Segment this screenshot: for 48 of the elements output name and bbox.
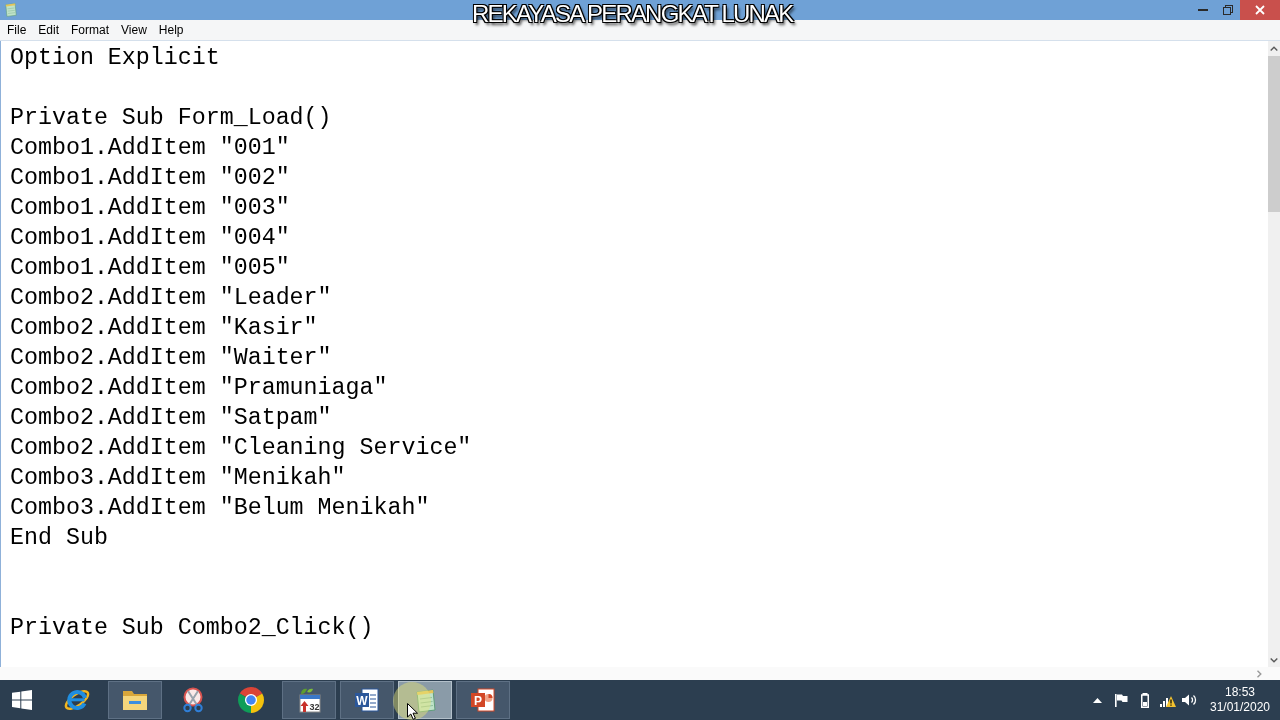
menu-item[interactable]: File [1, 20, 33, 40]
code-line: Private Sub Form_Load() [10, 104, 333, 133]
scrollbar-thumb[interactable] [1268, 56, 1280, 212]
restore-icon [1222, 5, 1233, 15]
code-line: Combo2.AddItem "Pramuniaga" [10, 374, 389, 403]
title-caption: REKAYASA PERANGKAT LUNAK [472, 2, 793, 26]
close-icon [1255, 5, 1265, 15]
taskbar-button[interactable]: W [340, 681, 394, 719]
code-line: Combo2.AddItem "Satpam" [10, 404, 333, 433]
chevron-down-icon [1270, 657, 1278, 663]
up-caret-icon[interactable] [1092, 697, 1102, 703]
menu-item[interactable]: Format [65, 20, 116, 40]
code-line: Combo3.AddItem "Menikah" [10, 464, 347, 493]
chevron-right-icon [1256, 669, 1262, 678]
code-line: Combo2.AddItem "Kasir" [10, 314, 319, 343]
clock-time[interactable]: 18:53 [1225, 685, 1255, 700]
taskbar-button[interactable] [108, 681, 162, 719]
mouse-pointer-icon [407, 703, 419, 720]
code-line: Private Sub Combo2_Click() [10, 614, 375, 643]
code-line: Combo1.AddItem "003" [10, 194, 291, 223]
minimize-icon [1197, 9, 1208, 11]
horizontal-scrollbar[interactable] [0, 667, 1280, 680]
code-line: Combo1.AddItem "001" [10, 134, 291, 163]
click-highlight [393, 682, 431, 720]
clock-date[interactable]: 31/01/2020 [1209, 700, 1271, 715]
speaker-icon[interactable] [1182, 693, 1198, 707]
menu-item[interactable]: View [115, 20, 153, 40]
code-line: Combo2.AddItem "Leader" [10, 284, 333, 313]
vertical-scrollbar[interactable] [1268, 41, 1280, 667]
battery-icon[interactable] [1141, 692, 1149, 708]
code-line: Combo1.AddItem "002" [10, 164, 291, 193]
menu-item[interactable]: Edit [32, 20, 66, 40]
code-line: Option Explicit [10, 44, 221, 73]
code-line: Combo2.AddItem "Cleaning Service" [10, 434, 473, 463]
code-line: Combo1.AddItem "005" [10, 254, 291, 283]
taskbar-button[interactable]: 32 [282, 681, 336, 719]
notepad-icon [4, 3, 18, 17]
code-line: Combo2.AddItem "Waiter" [10, 344, 333, 373]
code-line: Combo1.AddItem "004" [10, 224, 291, 253]
taskbar-button[interactable]: P [456, 681, 510, 719]
circle-logo-icon [238, 687, 264, 713]
code-line: Combo3.AddItem "Belum Menikah" [10, 494, 431, 523]
menu-item[interactable]: Help [152, 20, 190, 40]
close-button[interactable] [1240, 0, 1280, 20]
four-panes-icon [12, 690, 32, 710]
flag-icon[interactable] [1114, 693, 1128, 707]
code-line: End Sub [10, 524, 109, 553]
chevron-up-icon [1270, 45, 1278, 51]
